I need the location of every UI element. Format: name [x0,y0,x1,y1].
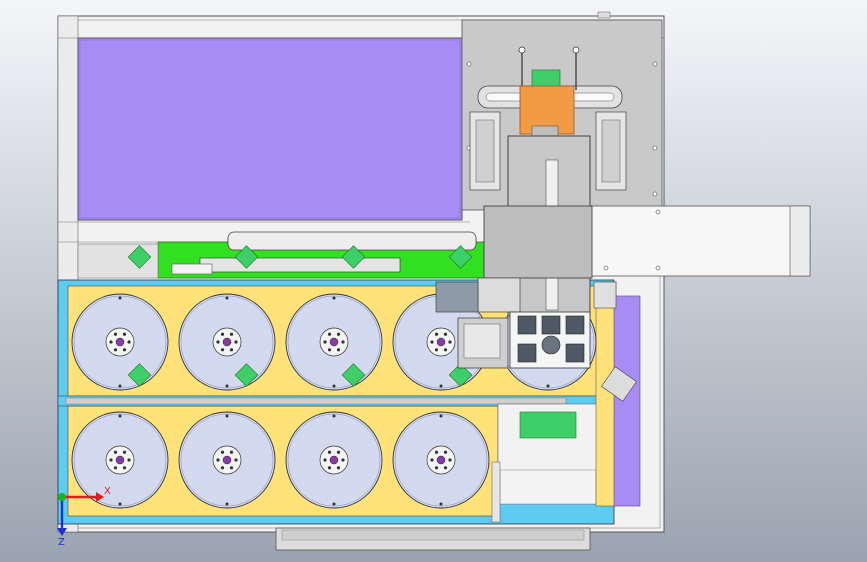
z-axis-label: Z [58,537,65,548]
cad-viewport[interactable]: X Z [0,0,867,562]
purple-cover-panel [77,37,463,221]
right-extension-arm [587,205,811,277]
cad-drawing: X Z [0,0,867,562]
y-axis-dot [58,493,66,501]
base-plate-inner [281,529,585,541]
x-axis-label: X [104,486,111,497]
